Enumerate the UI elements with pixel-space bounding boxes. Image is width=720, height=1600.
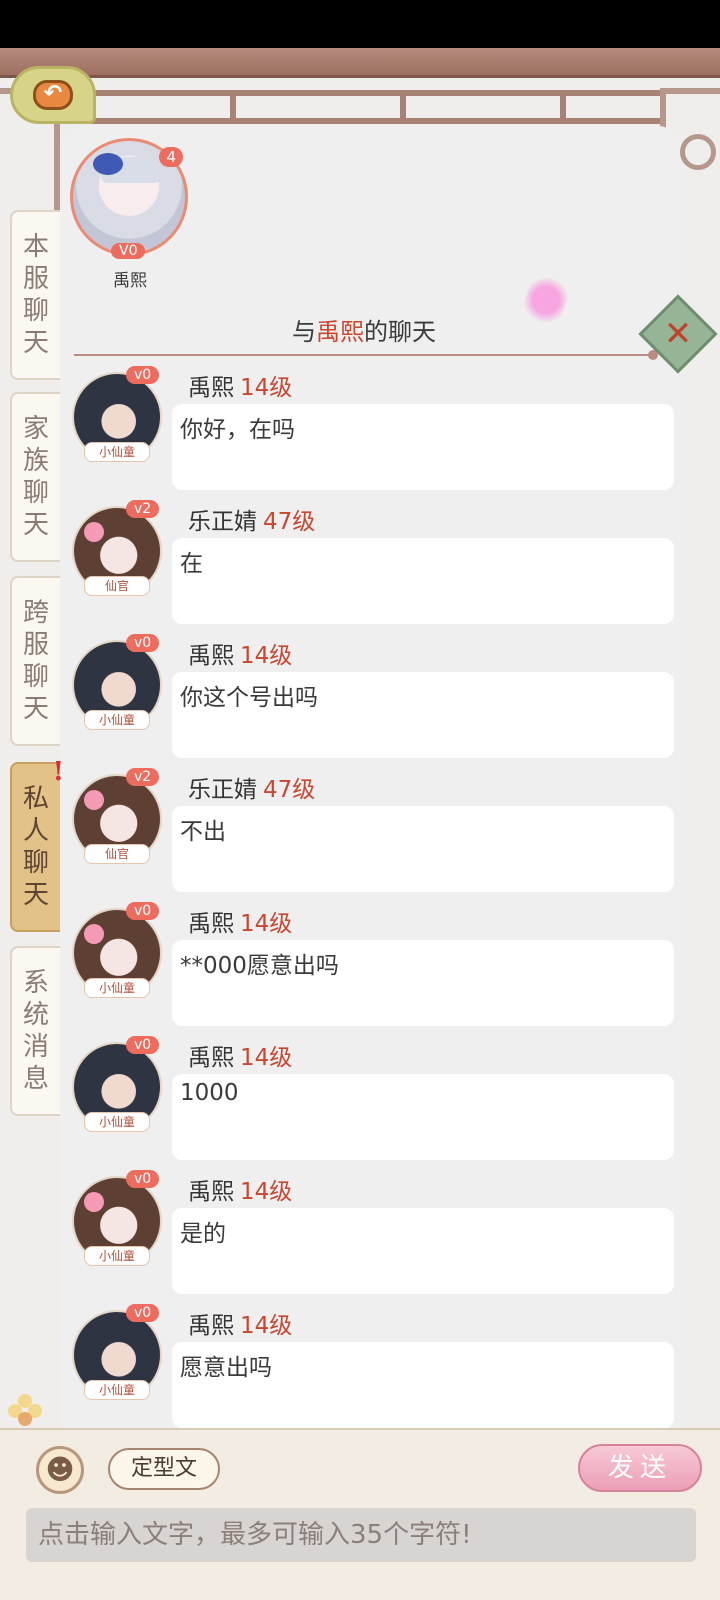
sender-level: 47级	[263, 777, 316, 803]
message-bubble: 在	[172, 538, 674, 624]
sender-name: 禹熙	[188, 1045, 234, 1071]
close-icon: ✕	[663, 314, 693, 354]
sender-name: 禹熙	[188, 375, 234, 401]
sender-info: 禹熙 14级	[188, 904, 292, 938]
input-bar: ☻ 定型文 发送 点击输入文字，最多可输入35个字符!	[0, 1428, 720, 1600]
chat-title: 与禹熙的聊天	[292, 318, 436, 346]
sender-name: 禹熙	[188, 911, 234, 937]
vip-badge: v0	[126, 902, 160, 920]
sender-info: 乐正婧 47级	[188, 770, 315, 804]
sender-level: 14级	[240, 1313, 293, 1339]
rank-badge: 仙官	[84, 844, 150, 864]
message-item: v0 小仙童 禹熙 14级 你这个号出吗	[70, 634, 690, 764]
frame-beam	[0, 48, 720, 78]
notice-badge: !	[52, 757, 64, 787]
sender-name: 乐正婧	[188, 509, 257, 535]
title-divider	[74, 350, 658, 360]
vip-badge: v0	[126, 1170, 160, 1188]
rank-badge: 小仙童	[84, 1246, 150, 1266]
message-item: v0 小仙童 禹熙 14级 你好，在吗	[70, 366, 690, 496]
message-item: v0 小仙童 禹熙 14级 1000	[70, 1036, 690, 1166]
sender-level: 14级	[240, 1045, 293, 1071]
sender-info: 禹熙 14级	[188, 1172, 292, 1206]
sender-name: 禹熙	[188, 1179, 234, 1205]
rank-badge: 小仙童	[84, 710, 150, 730]
sender-name: 禹熙	[188, 1313, 234, 1339]
rank-badge: 小仙童	[84, 978, 150, 998]
sender-info: 禹熙 14级	[188, 636, 292, 670]
message-item: v2 仙官 乐正婧 47级 不出	[70, 768, 690, 898]
vip-badge: v0	[126, 366, 160, 384]
sender-info: 禹熙 14级	[188, 368, 292, 402]
sender-level: 14级	[240, 1179, 293, 1205]
tab-family-chat[interactable]: 家 族 聊 天	[10, 392, 60, 562]
vip-badge: V0	[111, 243, 146, 259]
emoji-button[interactable]: ☻	[36, 1446, 84, 1494]
back-arrow-icon: ↶	[33, 80, 73, 110]
back-button[interactable]: ↶	[10, 66, 96, 124]
message-bubble: 你好，在吗	[172, 404, 674, 490]
rank-badge: 小仙童	[84, 1380, 150, 1400]
contact-card[interactable]: 4 V0 禹熙	[70, 138, 190, 291]
hair-flower-icon	[93, 153, 123, 175]
vip-badge: v2	[126, 768, 160, 786]
rank-badge: 仙官	[84, 576, 150, 596]
tab-private-chat[interactable]: ! 私 人 聊 天	[10, 757, 64, 932]
smiley-icon: ☻	[45, 1453, 75, 1486]
sender-info: 禹熙 14级	[188, 1306, 292, 1340]
sender-level: 14级	[240, 643, 293, 669]
message-bubble: **000愿意出吗	[172, 940, 674, 1026]
message-bubble: 你这个号出吗	[172, 672, 674, 758]
preset-text-button[interactable]: 定型文	[108, 1448, 220, 1490]
sender-name: 禹熙	[188, 643, 234, 669]
flower-decoration-icon	[8, 1394, 44, 1428]
status-bar	[0, 0, 720, 48]
unread-count-badge: 4	[159, 147, 183, 167]
tab-cross-server-chat[interactable]: 跨 服 聊 天	[10, 576, 60, 746]
rank-badge: 小仙童	[84, 1112, 150, 1132]
vip-badge: v0	[126, 1036, 160, 1054]
message-item: v0 小仙童 禹熙 14级 **000愿意出吗	[70, 902, 690, 1032]
vip-badge: v0	[126, 1304, 160, 1322]
message-bubble: 愿意出吗	[172, 1342, 674, 1428]
tab-system-messages[interactable]: 系 统 消 息	[10, 946, 60, 1116]
message-bubble: 不出	[172, 806, 674, 892]
message-item: v2 仙官 乐正婧 47级 在	[70, 500, 690, 630]
rank-badge: 小仙童	[84, 442, 150, 462]
message-item: v0 小仙童 禹熙 14级 是的	[70, 1170, 690, 1300]
message-input[interactable]: 点击输入文字，最多可输入35个字符!	[26, 1508, 696, 1562]
message-bubble: 是的	[172, 1208, 674, 1294]
sender-level: 47级	[263, 509, 316, 535]
send-button[interactable]: 发送	[578, 1444, 702, 1492]
message-item: v0 小仙童 禹熙 14级 愿意出吗	[70, 1304, 690, 1434]
sender-info: 禹熙 14级	[188, 1038, 292, 1072]
vip-badge: v0	[126, 634, 160, 652]
sender-level: 14级	[240, 911, 293, 937]
sender-info: 乐正婧 47级	[188, 502, 315, 536]
contact-avatar[interactable]: 4 V0	[70, 138, 188, 259]
tab-server-chat[interactable]: 本 服 聊 天	[10, 210, 60, 380]
contact-name: 禹熙	[113, 271, 147, 291]
message-bubble: 1000	[172, 1074, 674, 1160]
sender-level: 14级	[240, 375, 293, 401]
vip-badge: v2	[126, 500, 160, 518]
sender-name: 乐正婧	[188, 777, 257, 803]
